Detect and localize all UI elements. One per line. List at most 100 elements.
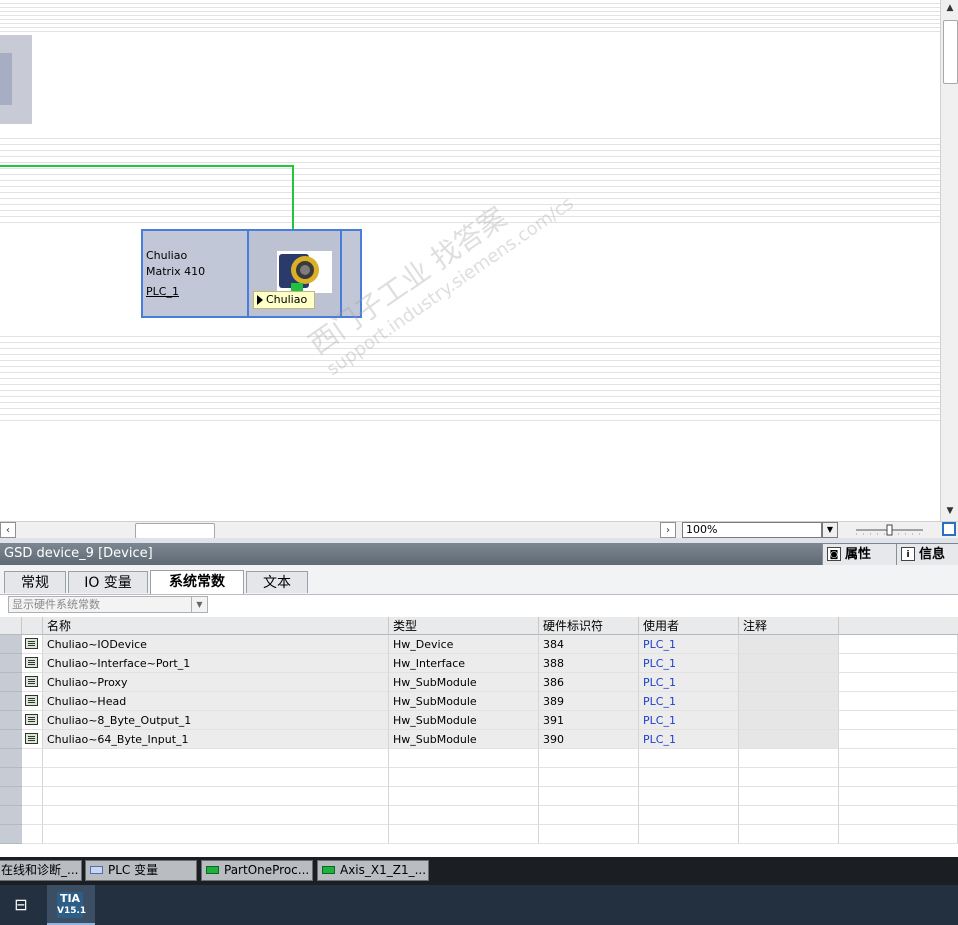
tab-system-constants[interactable]: 系统常数 [150,570,244,594]
network-view-canvas[interactable]: Chuliao Matrix 410 PLC_1 Chuliao 西门子工业 找… [0,0,940,521]
table-cell-name[interactable]: Chuliao~Head [43,692,389,711]
table-cell-type[interactable]: Hw_SubModule [389,730,539,749]
row-header[interactable] [0,673,22,692]
table-cell-type[interactable]: Hw_SubModule [389,692,539,711]
table-cell-name[interactable]: Chuliao~64_Byte_Input_1 [43,730,389,749]
table-cell-user[interactable] [639,825,739,844]
table-cell-name[interactable]: Chuliao~Interface~Port_1 [43,654,389,673]
table-cell-hwid[interactable] [539,825,639,844]
overview-icon[interactable] [942,522,956,536]
editor-tab-partoneproc[interactable]: PartOneProc... [201,860,313,881]
task-view-icon[interactable]: ⊟ [10,894,32,916]
editor-tab-online[interactable]: 在线和诊断_... [0,860,82,881]
header-name[interactable]: 名称 [43,617,389,635]
tia-portal-taskbar-button[interactable]: TIA V15.1 [47,885,95,925]
scroll-left-icon[interactable]: ‹ [0,522,16,538]
table-cell-type[interactable] [389,749,539,768]
table-cell-user[interactable] [639,787,739,806]
table-cell-comment[interactable] [739,825,839,844]
table-cell-comment[interactable] [739,768,839,787]
table-cell-comment[interactable] [739,711,839,730]
plc-link[interactable]: PLC_1 [146,285,179,299]
table-cell-name[interactable] [43,787,389,806]
vertical-scrollbar[interactable]: ▲ ▼ [940,0,958,521]
table-cell-name[interactable] [43,749,389,768]
table-cell-comment[interactable] [739,787,839,806]
table-cell-hwid[interactable]: 390 [539,730,639,749]
table-cell-hwid[interactable]: 384 [539,635,639,654]
header-user[interactable]: 使用者 [639,617,739,635]
table-cell-hwid[interactable] [539,787,639,806]
table-cell-user[interactable]: PLC_1 [639,654,739,673]
table-cell-type[interactable] [389,825,539,844]
table-cell-comment[interactable] [739,749,839,768]
row-header[interactable] [0,787,22,806]
horizontal-scrollbar[interactable]: ‹ › [0,521,678,539]
header-type[interactable]: 类型 [389,617,539,635]
row-header[interactable] [0,806,22,825]
table-cell-name[interactable] [43,825,389,844]
table-cell-hwid[interactable]: 386 [539,673,639,692]
table-cell-hwid[interactable]: 389 [539,692,639,711]
table-cell-hwid[interactable]: 391 [539,711,639,730]
table-cell-type[interactable]: Hw_Interface [389,654,539,673]
table-cell-user[interactable]: PLC_1 [639,730,739,749]
table-cell-name[interactable] [43,768,389,787]
table-cell-user[interactable] [639,768,739,787]
table-cell-user[interactable]: PLC_1 [639,711,739,730]
table-cell-hwid[interactable] [539,749,639,768]
plc-module-partial[interactable] [0,35,32,124]
table-cell-hwid[interactable]: 388 [539,654,639,673]
vertical-scroll-thumb[interactable] [943,20,958,84]
header-hwid[interactable]: 硬件标识符 [539,617,639,635]
row-header[interactable] [0,711,22,730]
tab-info[interactable]: i 信息 [896,544,958,565]
table-cell-name[interactable]: Chuliao~IODevice [43,635,389,654]
table-cell-user[interactable] [639,749,739,768]
table-cell-user[interactable] [639,806,739,825]
network-line-horizontal[interactable] [0,165,293,167]
zoom-slider[interactable] [853,522,925,538]
table-cell-type[interactable]: Hw_SubModule [389,711,539,730]
table-cell-type[interactable]: Hw_SubModule [389,673,539,692]
table-cell-user[interactable]: PLC_1 [639,692,739,711]
horizontal-scroll-thumb[interactable] [135,523,215,539]
table-cell-type[interactable] [389,768,539,787]
row-header[interactable] [0,768,22,787]
tab-general[interactable]: 常规 [4,571,66,593]
tab-properties[interactable]: ◙ 属性 [822,544,896,565]
table-cell-comment[interactable] [739,692,839,711]
table-cell-comment[interactable] [739,806,839,825]
table-cell-hwid[interactable] [539,768,639,787]
scroll-up-icon[interactable]: ▲ [942,0,958,16]
row-header[interactable] [0,692,22,711]
table-cell-type[interactable] [389,806,539,825]
table-cell-comment[interactable] [739,635,839,654]
table-cell-name[interactable]: Chuliao~8_Byte_Output_1 [43,711,389,730]
table-cell-user[interactable]: PLC_1 [639,673,739,692]
header-comment[interactable]: 注释 [739,617,839,635]
table-cell-type[interactable]: Hw_Device [389,635,539,654]
table-cell-type[interactable] [389,787,539,806]
tab-texts[interactable]: 文本 [246,571,308,593]
table-cell-comment[interactable] [739,654,839,673]
scroll-down-icon[interactable]: ▼ [942,503,958,519]
table-cell-name[interactable]: Chuliao~Proxy [43,673,389,692]
table-cell-comment[interactable] [739,730,839,749]
row-header[interactable] [0,825,22,844]
editor-tab-axis[interactable]: Axis_X1_Z1_... [317,860,429,881]
zoom-input[interactable]: 100% [682,522,822,538]
constant-filter-select[interactable]: 显示硬件系统常数 ▼ [8,596,208,613]
device-chuliao[interactable]: Chuliao Matrix 410 PLC_1 Chuliao [141,229,362,318]
zoom-dropdown-icon[interactable]: ▼ [822,522,838,538]
row-header[interactable] [0,749,22,768]
row-header[interactable] [0,635,22,654]
editor-tab-plc-tags[interactable]: PLC 变量 [85,860,197,881]
tab-io-tags[interactable]: IO 变量 [68,571,148,593]
table-cell-hwid[interactable] [539,806,639,825]
table-cell-user[interactable]: PLC_1 [639,635,739,654]
table-cell-name[interactable] [43,806,389,825]
scroll-right-icon[interactable]: › [660,522,676,538]
row-header[interactable] [0,730,22,749]
table-cell-comment[interactable] [739,673,839,692]
